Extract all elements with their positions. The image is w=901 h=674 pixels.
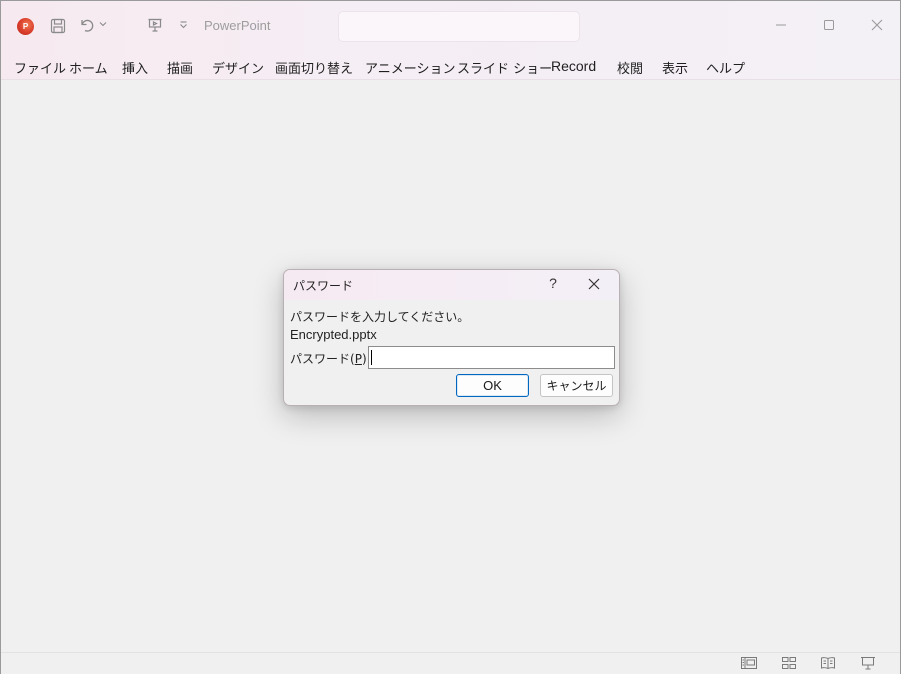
tab-design[interactable]: デザイン (212, 58, 264, 77)
password-label-accesskey: P (354, 352, 362, 366)
customize-dropdown-icon[interactable] (178, 20, 188, 30)
minimize-icon[interactable] (769, 13, 793, 37)
tab-record[interactable]: Record (551, 58, 596, 74)
slide-sorter-icon[interactable] (781, 656, 797, 670)
close-icon[interactable] (865, 13, 889, 37)
tab-file[interactable]: ファイル (14, 58, 66, 77)
maximize-icon[interactable] (817, 13, 841, 37)
tab-help[interactable]: ヘルプ (706, 58, 745, 77)
tab-transitions[interactable]: 画面切り替え (275, 58, 353, 77)
help-button[interactable]: ? (546, 275, 560, 293)
title-bar: P PowerPoint (1, 1, 900, 51)
dialog-message: パスワードを入力してください。 (290, 310, 470, 324)
tab-home[interactable]: ホーム (69, 58, 108, 77)
undo-icon[interactable] (78, 16, 96, 34)
tab-draw[interactable]: 描画 (167, 58, 193, 77)
save-icon[interactable] (49, 17, 67, 35)
search-box[interactable] (338, 11, 580, 42)
logo-letter: P (22, 22, 29, 31)
tab-animations[interactable]: アニメーション (365, 58, 455, 77)
tab-slideshow[interactable]: スライド ショー (457, 58, 552, 77)
present-icon[interactable] (146, 16, 164, 34)
powerpoint-logo-icon: P (17, 18, 34, 35)
text-caret (371, 350, 372, 365)
dialog-title: パスワード (293, 279, 354, 293)
ok-button[interactable]: OK (456, 374, 529, 397)
cancel-button[interactable]: キャンセル (540, 374, 613, 397)
tab-review[interactable]: 校閲 (617, 58, 643, 77)
slideshow-icon[interactable] (860, 656, 876, 670)
file-name: Encrypted.pptx (290, 327, 377, 342)
dialog-title-bar[interactable]: パスワード ? (284, 270, 619, 300)
password-label-prefix: パスワード( (290, 352, 355, 366)
tab-view[interactable]: 表示 (662, 58, 688, 77)
password-input[interactable] (368, 346, 615, 369)
status-bar (1, 652, 900, 674)
app-title: PowerPoint (204, 18, 271, 33)
reading-view-icon[interactable] (820, 656, 836, 670)
powerpoint-window: P PowerPoint ファイル ホーム 挿入 描画 デザイン 画面切り替え … (0, 0, 901, 674)
normal-view-icon[interactable] (741, 656, 757, 670)
password-label: パスワード(P): (290, 350, 371, 367)
dialog-close-icon[interactable] (587, 277, 603, 293)
undo-dropdown-icon[interactable] (98, 19, 108, 29)
password-dialog: パスワード ? パスワードを入力してください。 Encrypted.pptx パ… (283, 269, 620, 406)
tab-insert[interactable]: 挿入 (122, 58, 148, 77)
